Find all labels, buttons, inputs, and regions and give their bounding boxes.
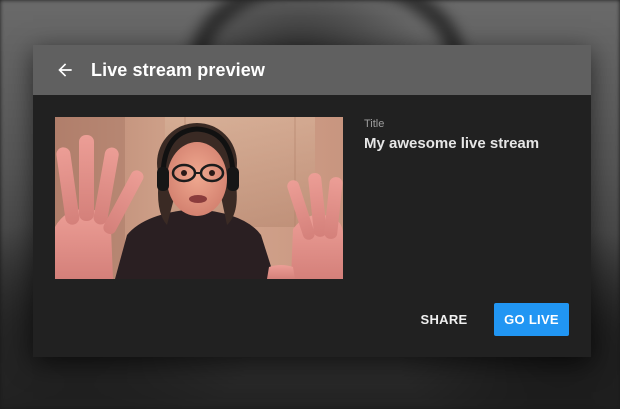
stream-title-value: My awesome live stream	[364, 135, 540, 152]
dialog-title: Live stream preview	[91, 60, 265, 80]
stream-title-label: Title	[364, 118, 385, 130]
webcam-preview-image	[55, 117, 343, 279]
live-stream-preview-dialog: Live stream preview Title My awesome liv…	[33, 45, 591, 357]
arrow-back-icon	[58, 63, 72, 77]
go-live-button[interactable]: GO LIVE	[494, 303, 569, 336]
back-button[interactable]	[52, 57, 78, 83]
share-button[interactable]: SHARE	[413, 303, 475, 335]
dialog-header: Live stream preview	[33, 45, 591, 95]
webcam-preview	[55, 117, 343, 279]
